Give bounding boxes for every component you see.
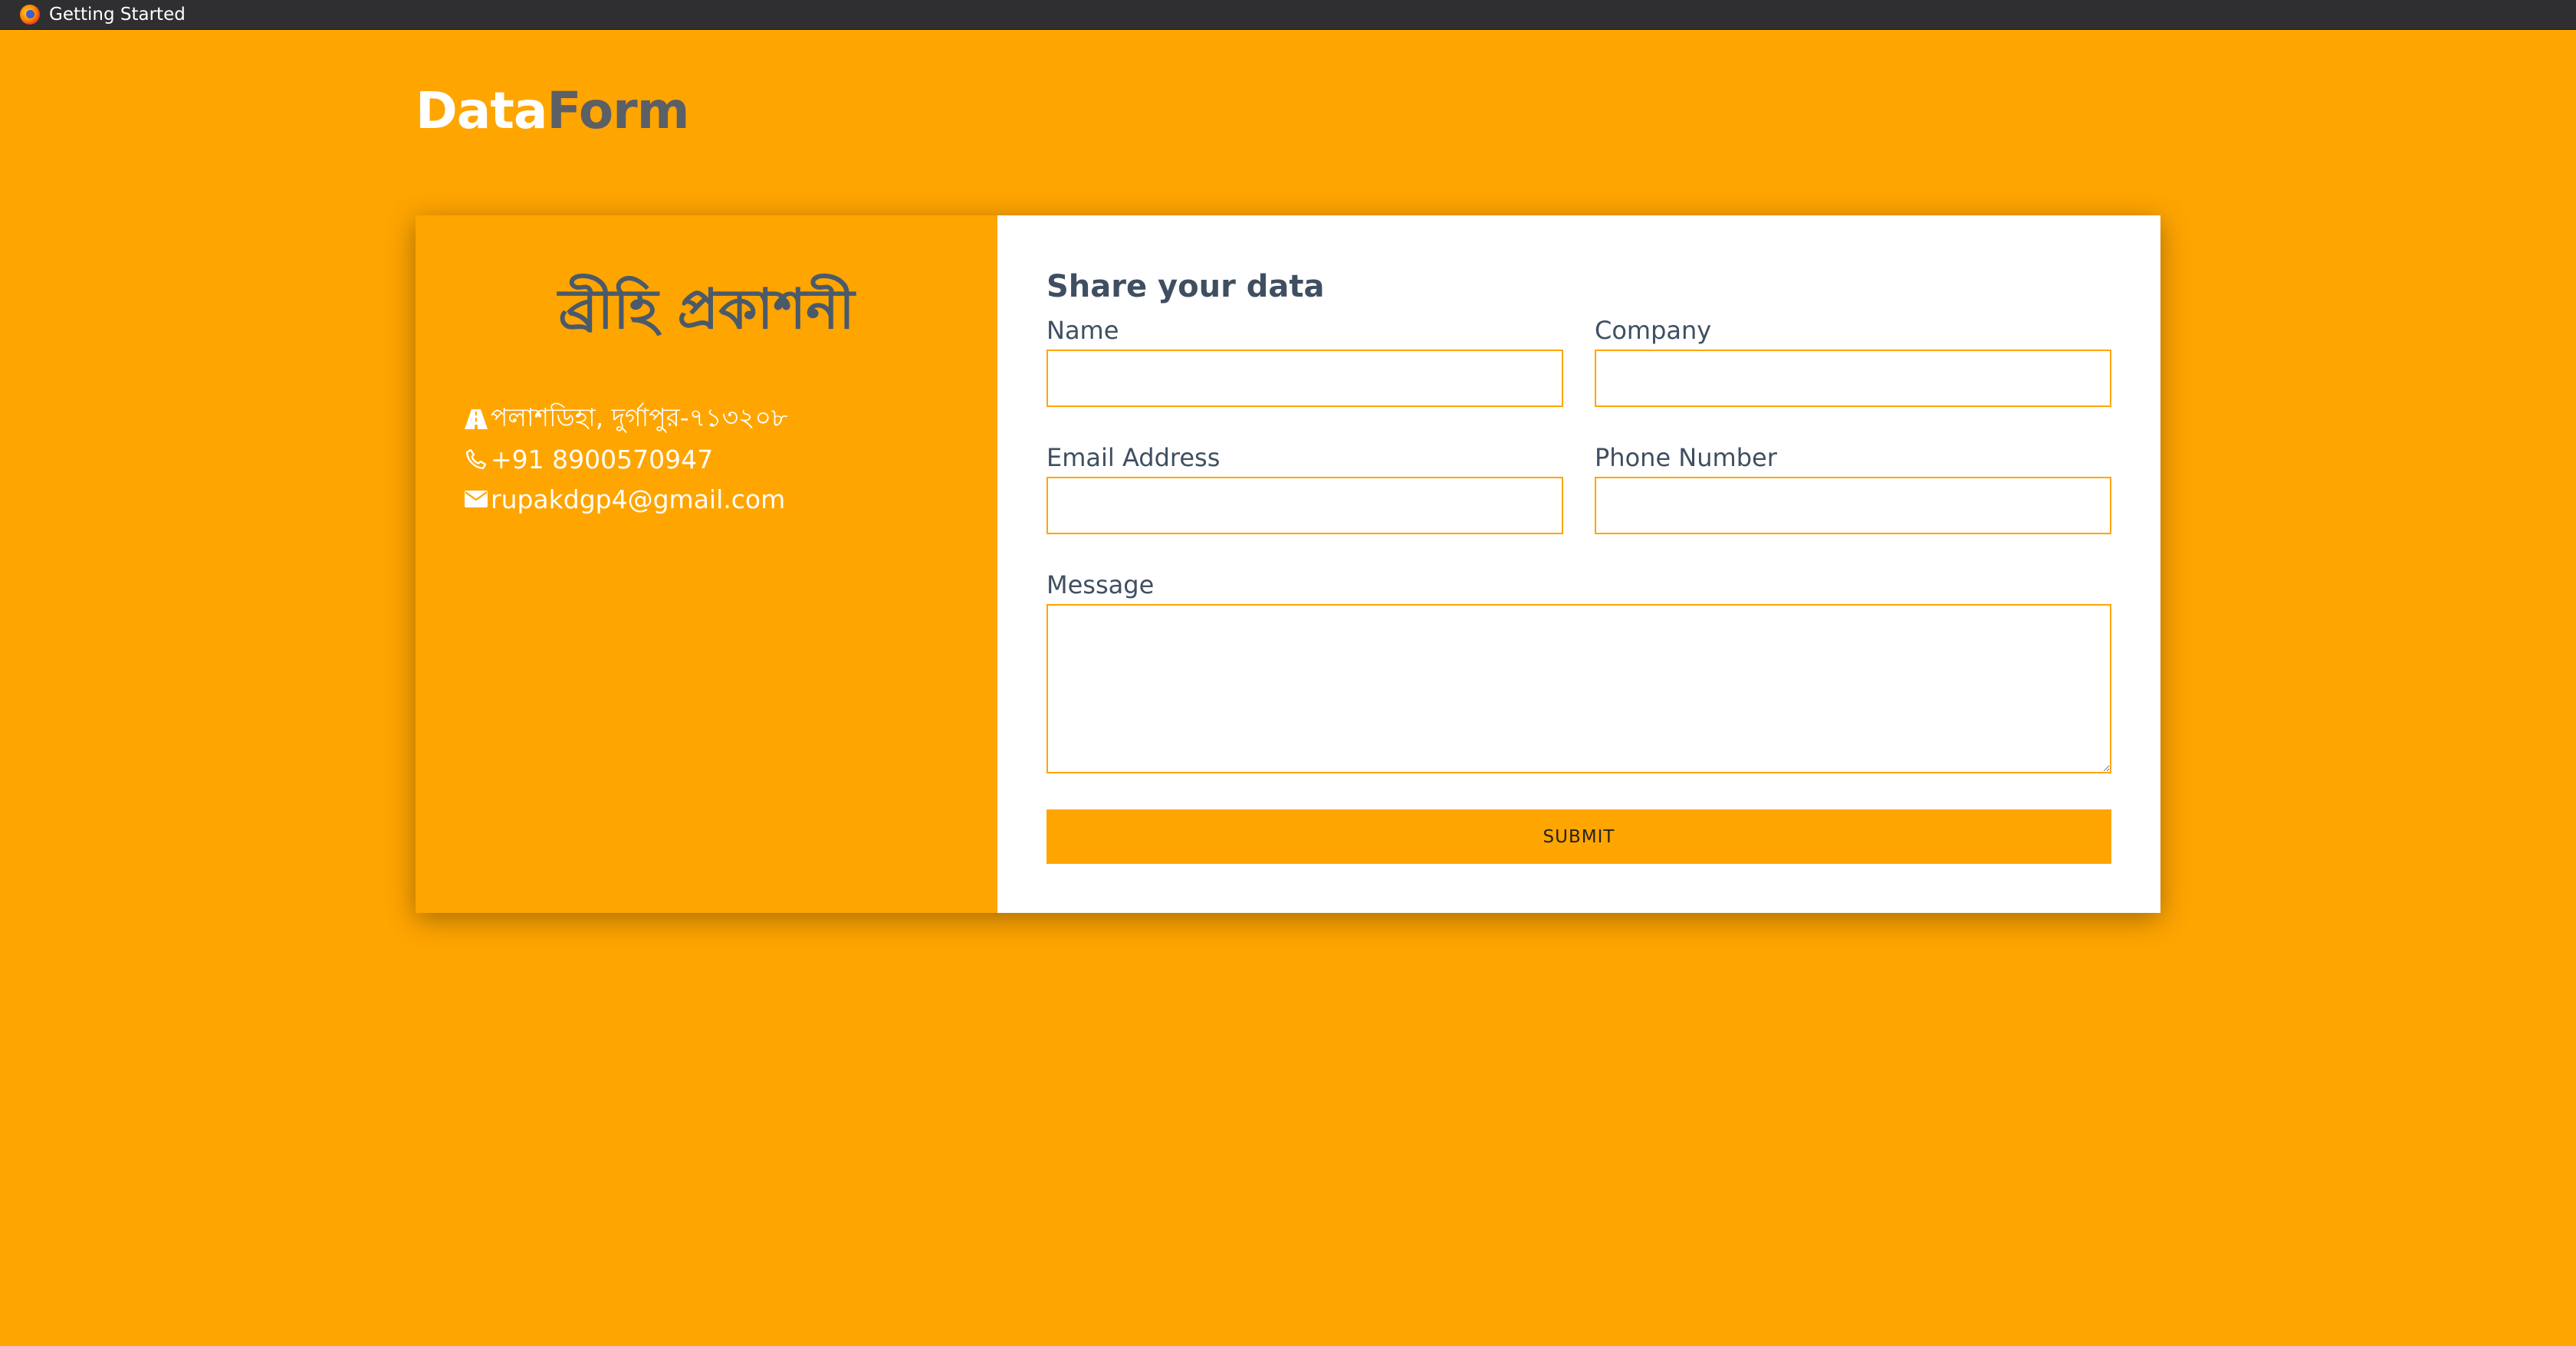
phone-input[interactable] [1595, 477, 2111, 534]
info-panel: ব্রীহি প্রকাশনী পলাশডিহা, দুর্গাপুর-৭১৩২… [416, 215, 997, 913]
form-heading: Share your data [1046, 269, 1325, 304]
brand-part-data: Data [416, 81, 547, 140]
message-label: Message [1046, 570, 1155, 599]
email-label: Email Address [1046, 443, 1221, 472]
address-row: পলাশডিহা, দুর্গাপুর-৭১৩২০৮ [465, 399, 787, 439]
firefox-icon [20, 5, 40, 25]
form-panel: Share your data Name Company Email Addre… [997, 215, 2160, 913]
company-input[interactable] [1595, 350, 2111, 407]
name-label: Name [1046, 316, 1119, 345]
contact-card: ব্রীহি প্রকাশনী পলাশডিহা, দুর্গাপুর-৭১৩২… [416, 215, 2160, 913]
email-input[interactable] [1046, 477, 1563, 534]
name-input[interactable] [1046, 350, 1563, 407]
submit-button[interactable]: SUBMIT [1046, 809, 2111, 864]
brand-part-form: Form [547, 81, 689, 140]
email-row: rupakdgp4@gmail.com [465, 479, 787, 519]
window-title: Getting Started [49, 5, 186, 25]
email-text: rupakdgp4@gmail.com [491, 484, 786, 514]
contact-list: পলাশডিহা, দুর্গাপুর-৭১৩২০৮ +91 890057094… [465, 399, 787, 519]
company-label: Company [1595, 316, 1712, 345]
brand-logo: DataForm [416, 86, 690, 136]
window-titlebar: Getting Started [0, 0, 2576, 30]
envelope-icon [465, 488, 488, 510]
phone-row: +91 8900570947 [465, 439, 787, 479]
address-text: পলাশডিহা, দুর্গাপুর-৭১৩২০৮ [491, 402, 788, 432]
phone-icon [465, 448, 488, 471]
road-icon [465, 408, 488, 431]
phone-text: +91 8900570947 [491, 444, 714, 474]
phone-label: Phone Number [1595, 443, 1777, 472]
publisher-name: ব্রীহি প্রকাশনী [558, 277, 855, 341]
message-textarea[interactable] [1046, 604, 2111, 773]
